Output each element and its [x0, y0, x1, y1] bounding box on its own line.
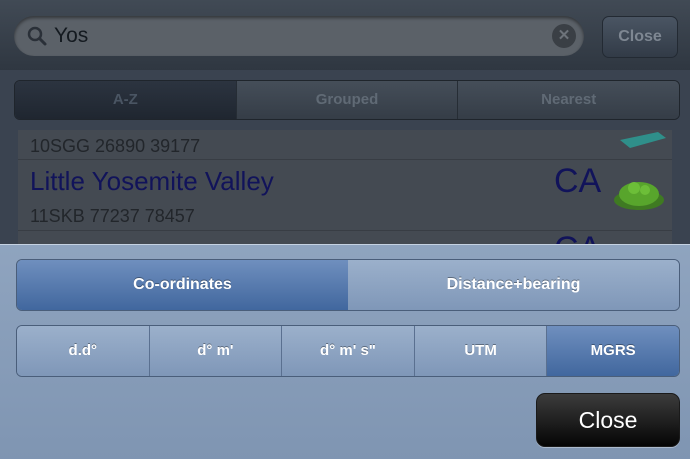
search-query-text: Yos: [54, 24, 89, 47]
format-degrees-minutes[interactable]: d° m': [149, 326, 283, 376]
tab-grouped[interactable]: Grouped: [236, 81, 459, 119]
scope-segmented-control: A-Z Grouped Nearest: [14, 80, 680, 120]
results-list: 10SGG 26890 39177 Little Yosemite Valley…: [18, 130, 672, 268]
search-close-button[interactable]: Close: [602, 16, 678, 58]
search-bar: Yos ✕ Close: [0, 0, 690, 70]
format-degrees-minutes-seconds[interactable]: d° m' s": [282, 326, 415, 376]
app-window: Yos ✕ Close A-Z Grouped Nearest 10SGG 26…: [0, 0, 690, 459]
tab-a-z[interactable]: A-Z: [15, 81, 237, 119]
park-icon: [614, 182, 664, 210]
park-icon: [620, 132, 666, 148]
result-name: Little Yosemite Valley: [30, 166, 274, 196]
option-coordinates[interactable]: Co-ordinates: [17, 260, 348, 310]
mode-segmented-control: Co-ordinates Distance+bearing: [16, 259, 680, 311]
result-state: CA: [554, 162, 602, 200]
search-input[interactable]: Yos ✕: [14, 16, 584, 56]
result-coordinates: 10SGG 26890 39177: [30, 136, 201, 156]
option-distance-bearing[interactable]: Distance+bearing: [348, 260, 679, 310]
close-button[interactable]: Close: [536, 393, 680, 447]
row-divider: [18, 159, 672, 160]
clear-search-icon[interactable]: ✕: [552, 24, 576, 48]
format-mgrs[interactable]: MGRS: [547, 326, 679, 376]
tab-nearest[interactable]: Nearest: [458, 81, 679, 119]
search-icon: [27, 26, 47, 46]
result-coordinates: 11SKB 77237 78457: [30, 206, 195, 226]
format-decimal-degrees[interactable]: d.d°: [17, 326, 150, 376]
format-utm[interactable]: UTM: [414, 326, 548, 376]
display-options-sheet: Co-ordinates Distance+bearing d.d° d° m'…: [0, 244, 690, 459]
format-segmented-control: d.d° d° m' d° m' s" UTM MGRS: [16, 325, 680, 377]
